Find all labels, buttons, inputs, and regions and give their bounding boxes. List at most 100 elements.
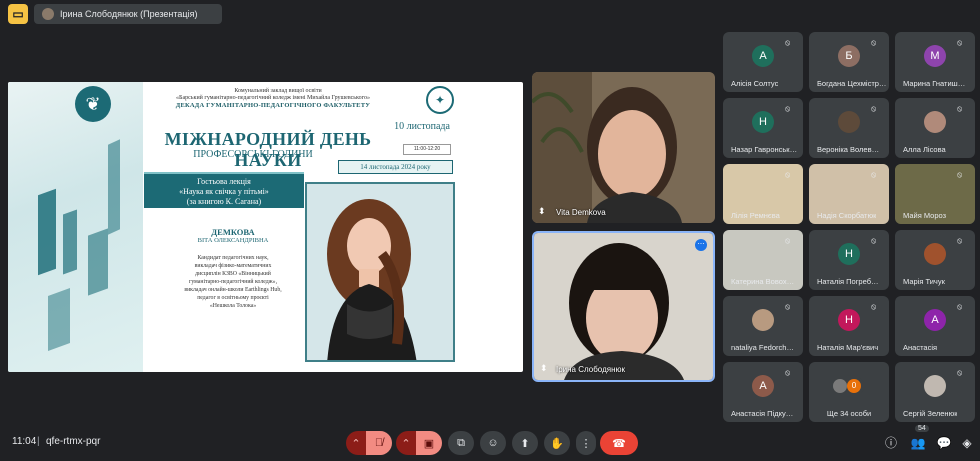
desc-line: викладач фізико-математичних xyxy=(194,263,272,269)
mic-off-icon: ⦸ xyxy=(871,170,877,179)
participant-tile[interactable]: ⦸ Майя Мороз xyxy=(895,164,975,224)
participant-name: Наталія Погреб… xyxy=(817,277,879,286)
emoji-button[interactable]: ☺ xyxy=(480,431,506,455)
lecture-line-3: (за книгою К. Сагана) xyxy=(186,197,262,206)
more-avatars: 0 xyxy=(833,375,865,397)
chat-icon[interactable]: 💬 xyxy=(935,434,953,452)
mic-off-icon: ⦸ xyxy=(957,170,963,179)
participant-tile[interactable]: А ⦸ Анастасія xyxy=(895,296,975,356)
captions-button[interactable]: ⧉ xyxy=(448,431,474,455)
avatar: А xyxy=(924,309,946,331)
avatar: Б xyxy=(838,45,860,67)
participant-tile[interactable]: ⦸ Сергій Зеленюк xyxy=(895,362,975,422)
mic-off-icon: 🎙̸ xyxy=(374,437,384,449)
presenter-chip[interactable]: Ірина Слободянюк (Презентація) xyxy=(34,4,222,24)
camera-off-button[interactable]: ▣ xyxy=(416,431,442,455)
video-feed xyxy=(532,72,715,223)
mic-off-button[interactable]: 🎙̸ xyxy=(366,431,392,455)
hand-icon: ✋ xyxy=(550,437,564,450)
participant-name: Алісія Солтус xyxy=(731,79,779,88)
participant-tile[interactable]: Н ⦸ Назар Гавронськ… xyxy=(723,98,803,158)
participant-tile[interactable]: М ⦸ Марина Гнатиш… xyxy=(895,32,975,92)
raise-hand-button[interactable]: ✋ xyxy=(544,431,570,455)
presentation-icon[interactable]: ▭ xyxy=(8,4,28,24)
video-feed xyxy=(534,233,713,380)
slide-institution: Комунальний заклад вищої освіти xyxy=(234,88,322,94)
participant-tile[interactable]: А ⦸ Алісія Солтус xyxy=(723,32,803,92)
activities-icon[interactable]: ◈ xyxy=(958,434,976,452)
slide-shard xyxy=(88,228,108,296)
tile-name: Vita Demkova xyxy=(556,208,606,217)
info-icon[interactable]: ⓘ xyxy=(882,434,900,452)
participant-tile[interactable]: ⦸ Алла Лісова xyxy=(895,98,975,158)
mic-off-icon: ⦸ xyxy=(957,236,963,245)
participant-tile[interactable]: Б ⦸ Богдана Цехмістр… xyxy=(809,32,889,92)
camera-off-icon: ▣ xyxy=(423,437,435,450)
desc-line: Кандидат педагогічних наук, xyxy=(197,255,269,261)
avatar xyxy=(833,379,847,393)
speaker-photo xyxy=(305,182,455,362)
desc-line: «Нешкола Толока» xyxy=(209,303,257,309)
slide-shard xyxy=(63,209,77,275)
participant-name: Анастасія xyxy=(903,343,938,352)
desc-line: дисциплін КЗВО «Вінницький xyxy=(195,271,271,277)
mic-off-icon: ⦸ xyxy=(957,302,963,311)
video-tile-vita[interactable]: ⬍ Vita Demkova xyxy=(532,72,715,223)
participant-tile[interactable]: ⦸ nataliya Fedorch… xyxy=(723,296,803,356)
camera-options-button[interactable]: ⌃ xyxy=(396,431,416,455)
participant-tile[interactable]: ⦸ Катерина Вовох… xyxy=(723,230,803,290)
participant-name: Марія Тичук xyxy=(903,277,945,286)
tile-name: Ірина Слободянюк xyxy=(556,365,625,374)
avatar: Н xyxy=(752,111,774,133)
participant-name: Марина Гнатиш… xyxy=(903,79,966,88)
college-logo: ❦ xyxy=(75,86,111,122)
slide-college: «Барський гуманітарно-педагогічний колед… xyxy=(176,95,370,101)
mic-options-button[interactable]: ⌃ xyxy=(346,431,366,455)
participant-tile[interactable]: А ⦸ Анастасія Підку… xyxy=(723,362,803,422)
people-icon[interactable]: 👥 xyxy=(909,434,927,452)
presented-slide: ❦ ✦ Комунальний заклад вищої освіти «Бар… xyxy=(8,82,523,372)
faculty-logo: ✦ xyxy=(426,86,454,114)
avatar xyxy=(924,375,946,397)
participant-tile[interactable]: Н ⦸ Наталія Мар'євич xyxy=(809,296,889,356)
speaker-description: Кандидат педагогічних наук, викладач фіз… xyxy=(148,254,318,310)
slide-shard xyxy=(48,287,70,352)
video-tile-iryna[interactable]: ⋯ ⬍ Ірина Слободянюк xyxy=(532,231,715,382)
slide-time: 11:00-12:20 xyxy=(403,144,451,155)
participant-tile[interactable]: ⦸ Марія Тичук xyxy=(895,230,975,290)
participant-tile[interactable]: ⦸ Вероніка Волев… xyxy=(809,98,889,158)
pin-icon[interactable]: ⬍ xyxy=(540,363,548,374)
participant-name: Ще 34 особи xyxy=(826,409,872,418)
more-options-button[interactable]: ⋮ xyxy=(576,431,596,455)
participant-name: Надія Скорбатюк xyxy=(817,211,877,220)
desc-line: гуманітарно-педагогічний коледж», xyxy=(188,279,278,285)
avatar: Н xyxy=(838,309,860,331)
mic-off-icon: ⦸ xyxy=(785,302,791,311)
mic-off-icon: ⦸ xyxy=(871,302,877,311)
avatar: М xyxy=(924,45,946,67)
mic-off-icon: ⦸ xyxy=(871,104,877,113)
slide-shard xyxy=(38,188,56,276)
pin-icon[interactable]: ⬍ xyxy=(538,206,546,217)
participant-tile[interactable]: 0 Ще 34 особи xyxy=(809,362,889,422)
separator: | xyxy=(37,436,40,447)
slide-subtitle: ПРОФЕСОРСЬКІ ГОДИНИ xyxy=(193,149,313,160)
participant-tile[interactable]: ⦸ Надія Скорбатюк xyxy=(809,164,889,224)
mic-off-icon: ⦸ xyxy=(957,38,963,47)
participant-tile[interactable]: Н ⦸ Наталія Погреб… xyxy=(809,230,889,290)
count-avatar: 0 xyxy=(847,379,861,393)
participant-tile[interactable]: ⦸ Лілія Ремнєва xyxy=(723,164,803,224)
leave-call-button[interactable]: ☎ xyxy=(600,431,638,455)
lecture-box: Гостьова лекція «Наука як свічка у пітьм… xyxy=(144,172,304,208)
clock: 11:04 xyxy=(12,436,37,447)
slide-date-box: 14 листопада 2024 року xyxy=(338,160,453,174)
present-button[interactable]: ⬆ xyxy=(512,431,538,455)
mic-off-icon: ⦸ xyxy=(785,170,791,179)
participant-name: Богдана Цехмістр… xyxy=(817,79,887,88)
more-options-icon[interactable]: ⋯ xyxy=(695,239,707,251)
lecture-line-1: Гостьова лекція xyxy=(197,177,251,186)
avatar: А xyxy=(752,45,774,67)
mic-off-icon: ⦸ xyxy=(785,236,791,245)
desc-line: педагог в освітньому проєкті xyxy=(197,295,269,301)
slide-shard xyxy=(108,139,120,235)
